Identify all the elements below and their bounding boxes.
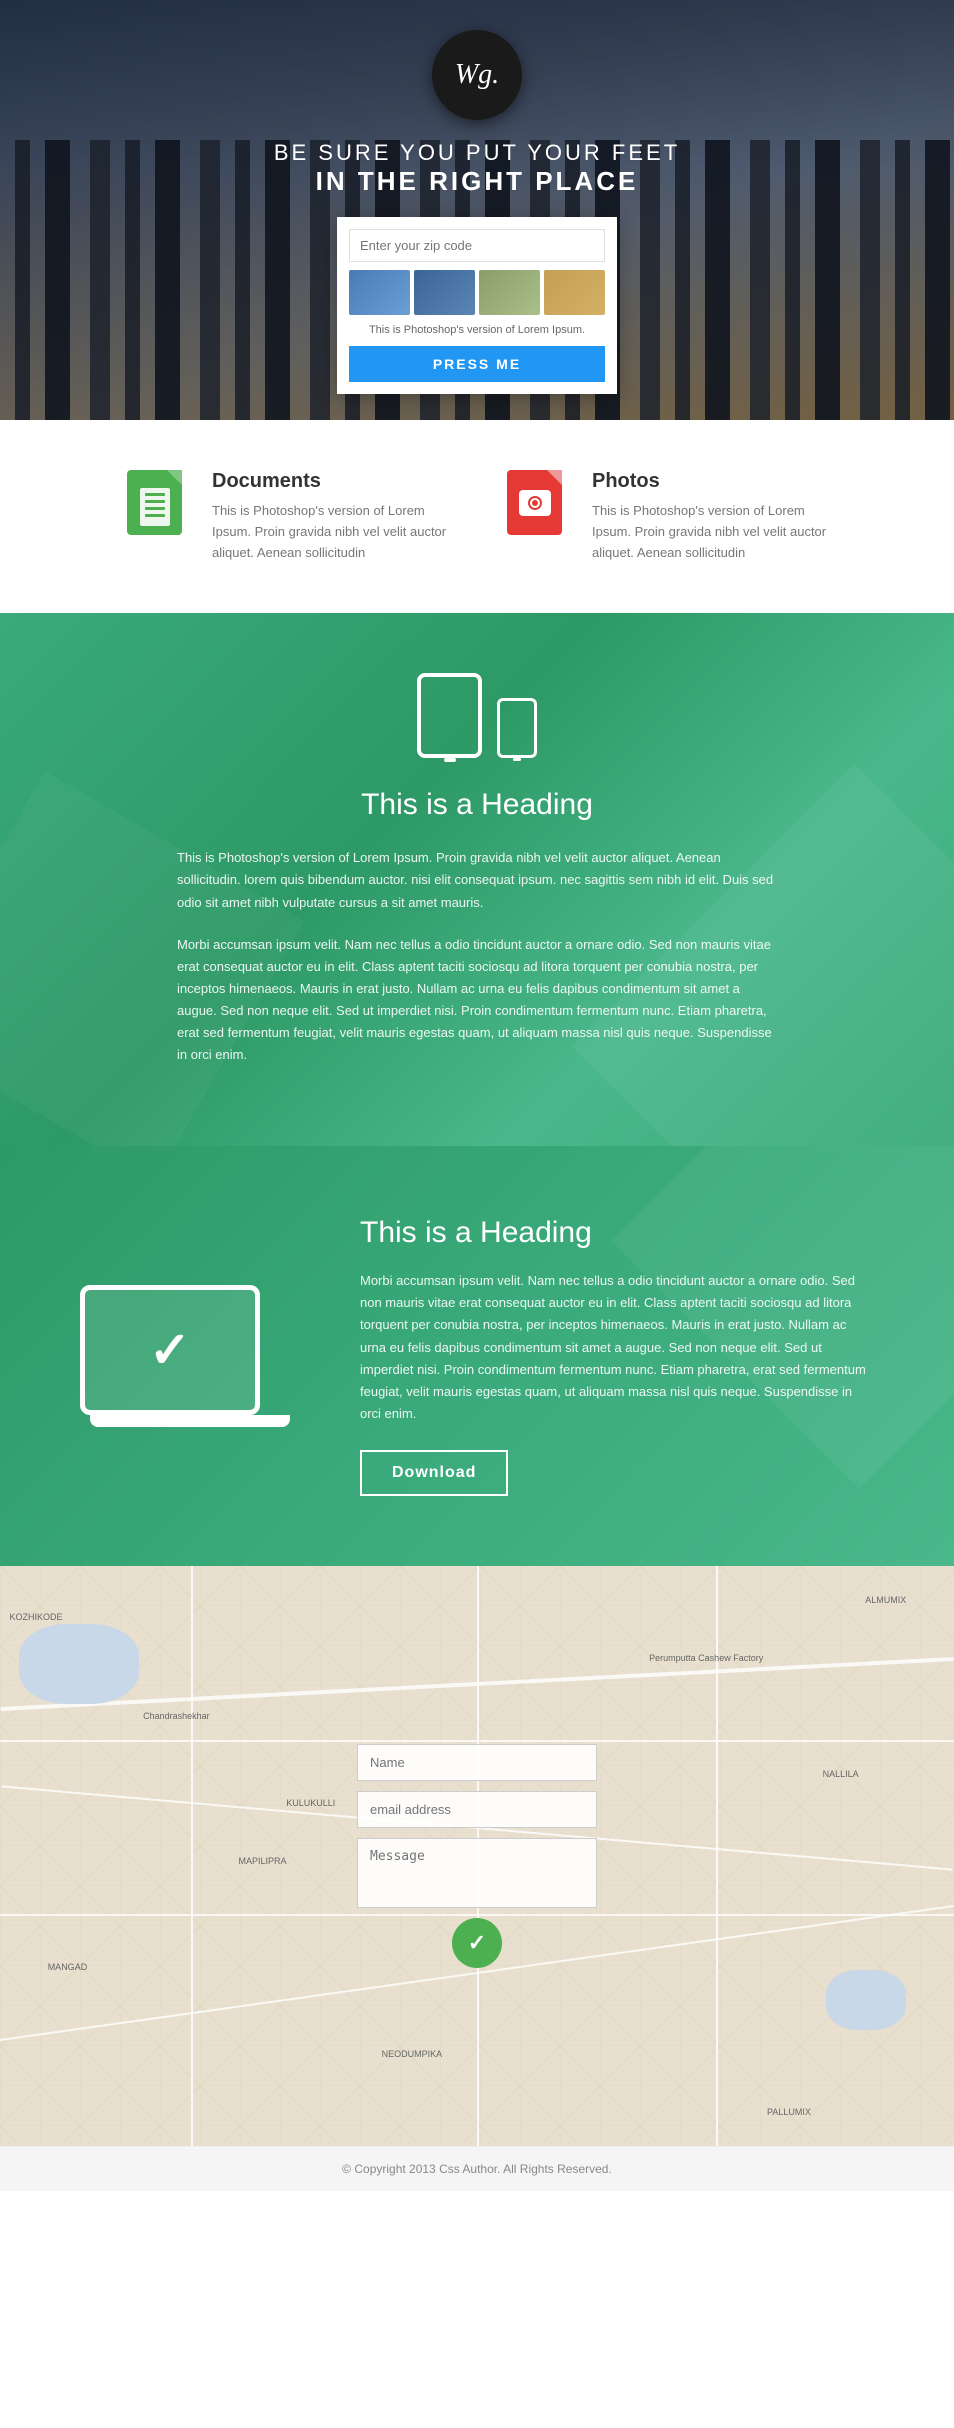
map-label-6: ALMUMIX: [865, 1595, 906, 1605]
thumb-1: [349, 270, 410, 315]
zipcode-input[interactable]: [349, 229, 605, 262]
map-section: KOZHIKODE Chandrashekhar KULUKULLI MAPIL…: [0, 1566, 954, 2146]
documents-text: Documents This is Photoshop's version of…: [212, 470, 447, 563]
tagline-line1: BE SURE YOU PUT YOUR FEET: [274, 140, 680, 166]
tablet-icon-area: [80, 673, 874, 758]
document-icon: [127, 470, 182, 535]
doc-line-3: [145, 507, 165, 510]
doc-line-2: [145, 500, 165, 503]
laptop-base: [90, 1415, 290, 1427]
tablet-icon: [417, 673, 482, 758]
photo-icon: [507, 470, 562, 535]
footer-text: © Copyright 2013 Css Author. All Rights …: [342, 2162, 612, 2176]
green-section-2: ✓ This is a Heading Morbi accumsan ipsum…: [0, 1146, 954, 1566]
photos-description: This is Photoshop's version of Lorem Ips…: [592, 501, 827, 563]
contact-email-input[interactable]: [357, 1791, 597, 1828]
hero-card-images: [349, 270, 605, 315]
doc-line-4: [145, 514, 165, 517]
map-road-v1: [191, 1566, 193, 2146]
contact-message-input[interactable]: [357, 1838, 597, 1908]
download-button[interactable]: Download: [360, 1450, 508, 1496]
map-water-1: [19, 1624, 139, 1704]
map-label-1: KOZHIKODE: [10, 1612, 63, 1622]
green-section-2-para: Morbi accumsan ipsum velit. Nam nec tell…: [360, 1270, 874, 1425]
contact-form: [357, 1744, 597, 1968]
phone-icon: [497, 698, 537, 758]
footer: © Copyright 2013 Css Author. All Rights …: [0, 2146, 954, 2191]
map-label-9: PALLUMIX: [767, 2107, 811, 2117]
green-section-1-para1: This is Photoshop's version of Lorem Ips…: [177, 847, 777, 913]
camera-body: [519, 490, 551, 516]
contact-submit-button[interactable]: [452, 1918, 502, 1968]
map-label-3: KULUKULLI: [286, 1798, 335, 1808]
photos-title: Photos: [592, 470, 827, 493]
site-logo: Wg.: [432, 30, 522, 120]
documents-description: This is Photoshop's version of Lorem Ips…: [212, 501, 447, 563]
green-section-2-content: This is a Heading Morbi accumsan ipsum v…: [360, 1216, 874, 1496]
map-label-8: NEODUMPIKA: [382, 2049, 443, 2059]
laptop-icon-area: ✓: [80, 1285, 300, 1427]
doc-line-1: [145, 493, 165, 496]
document-icon-inner: [140, 488, 170, 526]
hero-card-text: This is Photoshop's version of Lorem Ips…: [349, 323, 605, 338]
thumb-3: [479, 270, 540, 315]
camera-lens: [528, 496, 542, 510]
logo-text: Wg.: [455, 59, 499, 91]
map-label-10: MANGAD: [48, 1962, 88, 1972]
photos-icon-area: [507, 470, 572, 545]
features-section: Documents This is Photoshop's version of…: [0, 420, 954, 613]
thumb-4: [544, 270, 605, 315]
thumb-2: [414, 270, 475, 315]
map-label-7: NALLILA: [823, 1769, 859, 1779]
documents-title: Documents: [212, 470, 447, 493]
hero-card: This is Photoshop's version of Lorem Ips…: [337, 217, 617, 394]
photos-text: Photos This is Photoshop's version of Lo…: [592, 470, 827, 563]
green-section-1-heading: This is a Heading: [80, 788, 874, 822]
green-section-1-para2: Morbi accumsan ipsum velit. Nam nec tell…: [177, 934, 777, 1067]
map-label-4: MAPILIPRA: [239, 1856, 287, 1866]
hero-section: Wg. BE SURE YOU PUT YOUR FEET IN THE RIG…: [0, 0, 954, 420]
laptop-screen: ✓: [80, 1285, 260, 1415]
green-section-1: This is a Heading This is Photoshop's ve…: [0, 613, 954, 1146]
feature-documents: Documents This is Photoshop's version of…: [127, 470, 447, 563]
laptop-check-icon: ✓: [149, 1321, 191, 1379]
green-section-2-heading: This is a Heading: [360, 1216, 874, 1250]
documents-icon-area: [127, 470, 192, 545]
press-me-button[interactable]: PRESS ME: [349, 346, 605, 382]
tagline-line2: IN THE RIGHT PLACE: [274, 166, 680, 197]
map-water-2: [826, 1970, 906, 2030]
hero-tagline: BE SURE YOU PUT YOUR FEET IN THE RIGHT P…: [274, 140, 680, 197]
feature-photos: Photos This is Photoshop's version of Lo…: [507, 470, 827, 563]
contact-name-input[interactable]: [357, 1744, 597, 1781]
map-label-5: Perumputta Cashew Factory: [649, 1653, 763, 1663]
map-label-2: Chandrashekhar: [143, 1711, 210, 1721]
